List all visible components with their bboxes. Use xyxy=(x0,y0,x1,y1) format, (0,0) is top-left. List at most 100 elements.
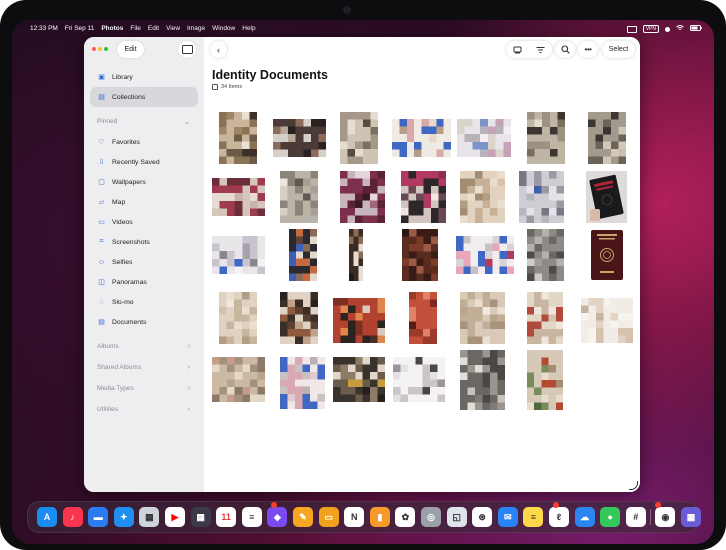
sidebar-item-panoramas[interactable]: ◫ Panoramas xyxy=(90,272,198,292)
messages-dock-icon[interactable]: ● xyxy=(600,507,621,527)
notes-dock-icon[interactable]: ≡ xyxy=(523,507,544,527)
shortcuts-dock-icon[interactable]: ◆ xyxy=(267,507,288,527)
shortcuts-grid-dock-icon[interactable]: ▦ xyxy=(190,507,211,527)
fullscreen-window-icon[interactable] xyxy=(104,47,108,51)
slack-dock-icon[interactable]: # xyxy=(625,507,646,527)
sidebar-item-documents[interactable]: ▤ Documents xyxy=(90,312,198,332)
sidebar-item-recently-saved[interactable]: ⇩ Recently Saved xyxy=(90,152,198,172)
keynote-dock-icon[interactable]: ▭ xyxy=(318,507,339,527)
screen-mirror-icon[interactable] xyxy=(626,25,637,33)
music-dock-icon[interactable]: ♪ xyxy=(62,507,83,527)
books-dock-icon[interactable]: ▮ xyxy=(369,507,390,527)
sidebar-item-videos[interactable]: ▭ Videos xyxy=(90,212,198,232)
minimize-window-icon[interactable] xyxy=(98,47,102,51)
photo-thumbnail[interactable] xyxy=(219,292,257,344)
photo-thumbnail[interactable] xyxy=(586,171,627,223)
close-window-icon[interactable] xyxy=(92,47,96,51)
sidebar-item-slo-mo[interactable]: ◌ Slo-mo xyxy=(90,292,198,312)
photo-thumbnail[interactable] xyxy=(340,112,378,164)
back-button[interactable]: ‹ xyxy=(210,41,227,58)
photo-thumbnail[interactable] xyxy=(527,350,563,410)
photo-thumbnail[interactable] xyxy=(457,119,511,157)
photo-thumbnail[interactable] xyxy=(280,171,318,223)
control-center-icon[interactable] xyxy=(665,26,670,32)
battery-icon[interactable] xyxy=(690,25,702,33)
filter-button[interactable] xyxy=(529,46,552,54)
sidebar-section-utilities[interactable]: Utilities › xyxy=(90,399,198,420)
edit-button[interactable]: Edit xyxy=(117,41,144,58)
photo-thumbnail[interactable] xyxy=(460,171,505,223)
photo-thumbnail[interactable] xyxy=(581,298,633,343)
photo-thumbnail[interactable] xyxy=(340,171,385,223)
photo-thumbnail[interactable] xyxy=(456,236,514,274)
sidebar-section-albums[interactable]: Albums › xyxy=(90,336,198,357)
photo-thumbnail[interactable] xyxy=(401,171,446,223)
search-button[interactable] xyxy=(555,41,575,58)
menu-file[interactable]: File xyxy=(130,25,140,32)
icloud-dock-icon[interactable]: ☁ xyxy=(574,507,595,527)
mail-dock-icon[interactable]: ✉ xyxy=(497,507,518,527)
menu-image[interactable]: Image xyxy=(187,25,205,32)
pinned-section-header[interactable]: Pinned ⌄ xyxy=(90,111,198,132)
reminders-dock-icon[interactable]: ≡ xyxy=(241,507,262,527)
photos-dock-icon[interactable]: ✿ xyxy=(395,507,416,527)
photo-thumbnail[interactable] xyxy=(392,119,451,157)
notion-dock-icon[interactable]: N xyxy=(344,507,365,527)
photo-thumbnail[interactable] xyxy=(589,229,625,281)
select-button[interactable]: Select xyxy=(602,41,635,58)
more-button[interactable]: ••• xyxy=(578,41,598,58)
photo-thumbnail[interactable] xyxy=(402,229,438,281)
app-store-dock-icon[interactable]: A xyxy=(37,507,57,527)
photo-thumbnail[interactable] xyxy=(460,350,505,410)
photo-thumbnail[interactable] xyxy=(289,229,317,281)
photo-thumbnail[interactable] xyxy=(527,292,563,344)
sidebar-item-screenshots[interactable]: ⌗ Screenshots xyxy=(90,232,198,252)
setapp-dock-icon[interactable]: ▦ xyxy=(681,507,701,527)
photo-thumbnail[interactable] xyxy=(280,357,325,409)
launchpad-dock-icon[interactable]: ▦ xyxy=(139,507,160,527)
preview-dock-icon[interactable]: ◱ xyxy=(446,507,467,527)
sidebar-item-collections[interactable]: ▤ Collections xyxy=(90,87,198,107)
pages-dock-icon[interactable]: ✎ xyxy=(293,507,313,527)
calendar-dock-icon[interactable]: 11 xyxy=(216,507,237,527)
photo-thumbnail[interactable] xyxy=(527,229,564,281)
photo-thumbnail[interactable] xyxy=(349,229,363,281)
photo-thumbnail[interactable] xyxy=(460,292,505,344)
photo-thumbnail[interactable] xyxy=(212,357,265,402)
photo-thumbnail[interactable] xyxy=(333,298,385,343)
menu-window[interactable]: Window xyxy=(212,25,235,32)
menu-edit[interactable]: Edit xyxy=(148,25,159,32)
photo-thumbnail[interactable] xyxy=(588,112,626,164)
window-controls[interactable] xyxy=(92,47,108,51)
photo-thumbnail[interactable] xyxy=(393,357,445,402)
menu-help[interactable]: Help xyxy=(242,25,255,32)
safari-dock-icon[interactable]: ✦ xyxy=(113,507,134,527)
sidebar-section-media-types[interactable]: Media Types › xyxy=(90,378,198,399)
sidebar-item-selfies[interactable]: ☺ Selfies xyxy=(90,252,198,272)
sidebar-item-library[interactable]: ▣ Library xyxy=(90,67,198,87)
menu-view[interactable]: View xyxy=(166,25,180,32)
photo-thumbnail[interactable] xyxy=(409,292,437,344)
chatgpt-dock-icon[interactable]: ⊛ xyxy=(472,507,493,527)
sidebar-item-wallpapers[interactable]: ▢ Wallpapers xyxy=(90,172,198,192)
menubar-app-name[interactable]: Photos xyxy=(101,25,123,32)
photo-thumbnail[interactable] xyxy=(273,119,326,157)
vpn-badge[interactable]: VPN xyxy=(642,25,659,33)
sidebar-item-map[interactable]: ▱ Map xyxy=(90,192,198,212)
photo-thumbnail[interactable] xyxy=(280,292,318,344)
freeform-dock-icon[interactable]: ℓ xyxy=(549,507,569,527)
photo-thumbnail[interactable] xyxy=(219,112,257,164)
camera-dock-icon[interactable]: ◎ xyxy=(421,507,441,527)
photo-thumbnail[interactable] xyxy=(333,357,385,402)
sidebar-section-shared-albums[interactable]: Shared Albums › xyxy=(90,357,198,378)
photo-thumbnail[interactable] xyxy=(519,171,564,223)
wifi-icon[interactable] xyxy=(676,25,684,33)
sidebar-item-favorites[interactable]: ♡ Favorites xyxy=(90,132,198,152)
resize-handle[interactable] xyxy=(629,481,638,490)
reeder-dock-icon[interactable]: ◉ xyxy=(655,507,676,527)
photo-thumbnail[interactable] xyxy=(527,112,565,164)
toggle-sidebar-button[interactable] xyxy=(178,41,196,58)
photo-thumbnail[interactable] xyxy=(212,178,265,216)
files-dock-icon[interactable]: ▬ xyxy=(88,507,109,527)
youtube-dock-icon[interactable]: ▶ xyxy=(165,507,185,527)
